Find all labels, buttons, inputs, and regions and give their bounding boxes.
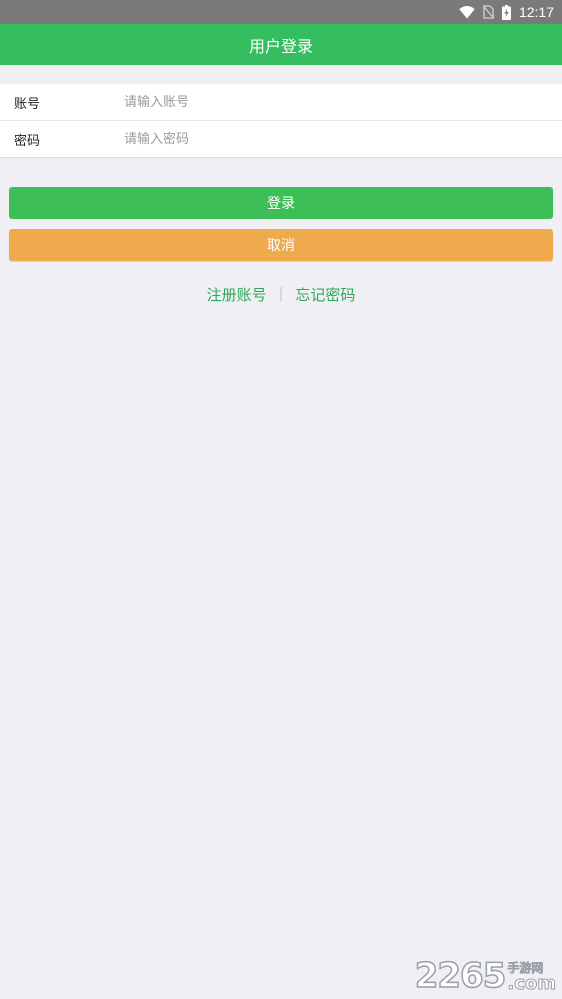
watermark-logo: 2265 手游网 .com xyxy=(414,956,557,996)
page-title: 用户登录 xyxy=(248,36,313,56)
wifi-icon xyxy=(459,5,475,19)
status-bar: 12:17 xyxy=(0,0,562,24)
no-sim-icon xyxy=(482,5,494,19)
header-bar: 用户登录 xyxy=(0,24,562,65)
account-label: 账号 xyxy=(14,96,41,112)
account-row: 账号 xyxy=(0,84,562,120)
status-icons: 12:17 xyxy=(459,0,554,24)
cancel-button[interactable]: 取消 xyxy=(9,229,553,261)
password-input[interactable] xyxy=(120,126,558,152)
watermark-side: 手游网 .com xyxy=(507,961,557,994)
forgot-password-link[interactable]: 忘记密码 xyxy=(295,284,355,305)
login-button[interactable]: 登录 xyxy=(9,187,553,219)
password-row: 密码 xyxy=(0,120,562,157)
register-link[interactable]: 注册账号 xyxy=(207,284,267,305)
status-time: 12:17 xyxy=(518,4,554,20)
password-label: 密码 xyxy=(14,133,41,149)
link-divider: | xyxy=(278,286,284,302)
watermark-digits: 2265 xyxy=(414,956,507,996)
battery-charging-icon xyxy=(501,4,511,20)
watermark-suffix: .com xyxy=(507,973,557,994)
auth-links: 注册账号 | 忘记密码 xyxy=(0,282,562,306)
account-input[interactable] xyxy=(120,89,558,115)
login-form: 账号 密码 xyxy=(0,84,562,158)
